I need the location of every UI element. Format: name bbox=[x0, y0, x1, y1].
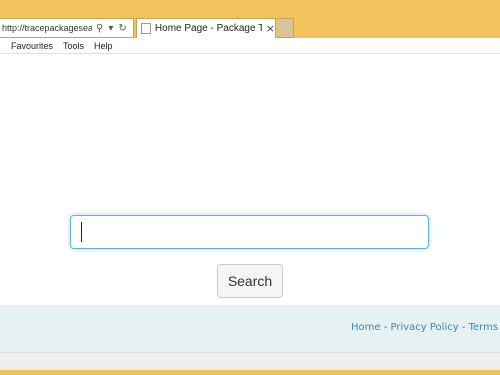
refresh-icon[interactable]: ↻ bbox=[118, 23, 126, 34]
page-favicon-icon bbox=[141, 23, 151, 34]
footer-separator: - bbox=[458, 322, 469, 333]
address-icons: ⚲ ▾ ↻ bbox=[96, 23, 127, 34]
footer-link-terms-of-use[interactable]: Terms Of U bbox=[469, 322, 500, 333]
tab-home-page[interactable]: Home Page - Package Trac... × bbox=[136, 18, 276, 38]
address-text[interactable]: http://tracepackagesearc... bbox=[2, 23, 92, 33]
tab-title: Home Page - Package Trac... bbox=[154, 23, 262, 34]
footer-separator: - bbox=[380, 322, 391, 333]
menu-item-favourites[interactable]: Favourites bbox=[6, 41, 58, 51]
footer-links: Home - Privacy Policy - Terms Of U bbox=[351, 322, 500, 333]
window-bottom-edge bbox=[0, 370, 500, 375]
address-bar[interactable]: http://tracepackagesearc... ⚲ ▾ ↻ bbox=[0, 18, 134, 38]
page-bottom-strip bbox=[0, 352, 500, 370]
text-caret bbox=[81, 222, 82, 242]
footer: Home - Privacy Policy - Terms Of U bbox=[0, 305, 500, 352]
search-button[interactable]: Search bbox=[217, 264, 283, 298]
new-tab-button[interactable] bbox=[277, 18, 294, 38]
dropdown-arrow-icon[interactable]: ▾ bbox=[108, 23, 113, 34]
menu-item-tools[interactable]: Tools bbox=[58, 41, 89, 51]
menu-item-help[interactable]: Help bbox=[89, 41, 118, 51]
menu-bar: Favourites Tools Help bbox=[0, 38, 500, 54]
search-icon[interactable]: ⚲ bbox=[96, 23, 103, 34]
browser-title-bar: http://tracepackagesearc... ⚲ ▾ ↻ Home P… bbox=[0, 0, 500, 38]
footer-link-privacy-policy[interactable]: Privacy Policy bbox=[391, 322, 459, 333]
close-icon[interactable]: × bbox=[266, 22, 275, 35]
search-input[interactable] bbox=[70, 215, 429, 249]
footer-link-home[interactable]: Home bbox=[351, 322, 381, 333]
page-content: Search bbox=[0, 54, 500, 305]
